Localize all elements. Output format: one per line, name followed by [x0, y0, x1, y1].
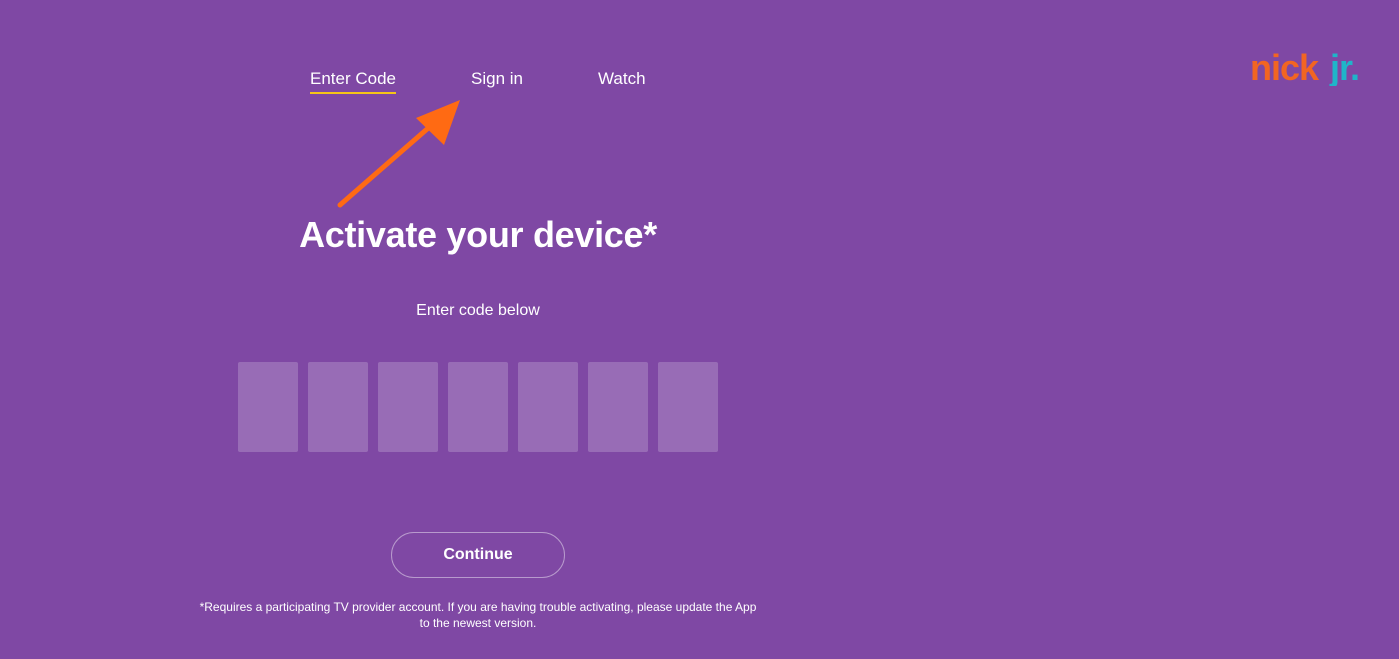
continue-button[interactable]: Continue: [391, 532, 565, 578]
disclaimer-line-1: *Requires a participating TV provider ac…: [199, 600, 757, 614]
code-digit-2[interactable]: [308, 362, 368, 452]
annotation-arrow-icon: [337, 100, 460, 208]
logo-nick-text: nick: [1250, 47, 1320, 86]
page-title: Activate your device*: [299, 214, 657, 255]
nick-jr-logo[interactable]: nick jr.: [1250, 46, 1380, 86]
code-digit-7[interactable]: [658, 362, 718, 452]
code-digit-5[interactable]: [518, 362, 578, 452]
tab-sign-in[interactable]: Sign in: [471, 69, 523, 92]
code-digit-4[interactable]: [448, 362, 508, 452]
code-instruction: Enter code below: [416, 302, 540, 319]
tab-watch[interactable]: Watch: [598, 69, 646, 92]
disclaimer: *Requires a participating TV provider ac…: [170, 599, 786, 631]
disclaimer-line-2: to the newest version.: [419, 616, 537, 630]
top-nav: Enter Code Sign in Watch: [0, 69, 960, 99]
code-input-group: [238, 362, 718, 452]
code-digit-3[interactable]: [378, 362, 438, 452]
tab-enter-code[interactable]: Enter Code: [310, 69, 396, 94]
logo-jr-text: jr.: [1329, 47, 1359, 86]
code-digit-6[interactable]: [588, 362, 648, 452]
code-digit-1[interactable]: [238, 362, 298, 452]
